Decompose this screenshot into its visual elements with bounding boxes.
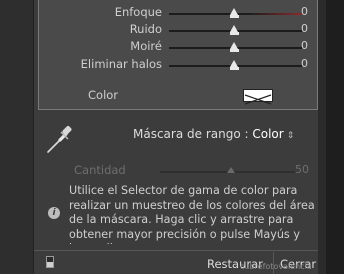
adjustments-panel: Enfoque 0 Ruido 0 Moiré 0 Eliminar halos…: [38, 0, 318, 110]
amount-row: Cantidad 50: [34, 161, 318, 179]
slider-thumb[interactable]: [229, 60, 239, 70]
range-mask-value[interactable]: Color: [252, 127, 283, 141]
slider-label: Enfoque: [114, 5, 162, 19]
slider-value[interactable]: 0: [301, 5, 308, 18]
range-mask-label: Máscara de rango :: [133, 127, 253, 141]
slider-row-ruido: Ruido 0: [39, 21, 317, 39]
no-color-icon: [244, 94, 272, 105]
slider-thumb[interactable]: [229, 8, 239, 18]
slider-thumb[interactable]: [229, 42, 239, 52]
scrollbar-track[interactable]: [326, 0, 344, 274]
color-label: Color: [88, 88, 119, 102]
up-down-arrows-icon[interactable]: ⇕: [287, 131, 295, 141]
slider-row-moire: Moiré 0: [39, 38, 317, 56]
slider-value[interactable]: 0: [301, 39, 308, 52]
amount-label: Cantidad: [74, 163, 126, 177]
help-text: Utilice el Selector de gama de color par…: [69, 184, 315, 244]
color-swatch[interactable]: [243, 89, 273, 105]
slider-value[interactable]: 0: [301, 57, 308, 70]
amount-value[interactable]: 50: [295, 163, 309, 176]
slider-value[interactable]: 0: [301, 22, 308, 35]
watermark: cubrefotovalencia: [240, 262, 312, 271]
slider-label: Eliminar halos: [80, 57, 162, 71]
range-mask-selector[interactable]: Máscara de rango : Color ⇕: [133, 127, 294, 141]
slider-row-eliminar-halos: Eliminar halos 0: [39, 56, 317, 74]
scrollbar-area[interactable]: [318, 0, 344, 274]
slider-thumb[interactable]: [229, 25, 239, 35]
panel-toggle-icon[interactable]: [46, 256, 54, 268]
color-range-picker-icon[interactable]: [44, 122, 78, 156]
info-icon: i: [48, 207, 60, 219]
slider-label: Moiré: [130, 39, 162, 53]
slider-row-enfoque: Enfoque 0: [39, 4, 317, 22]
amount-slider-thumb[interactable]: [227, 167, 235, 173]
color-row: Color: [39, 86, 317, 105]
slider-label: Ruido: [129, 22, 162, 36]
